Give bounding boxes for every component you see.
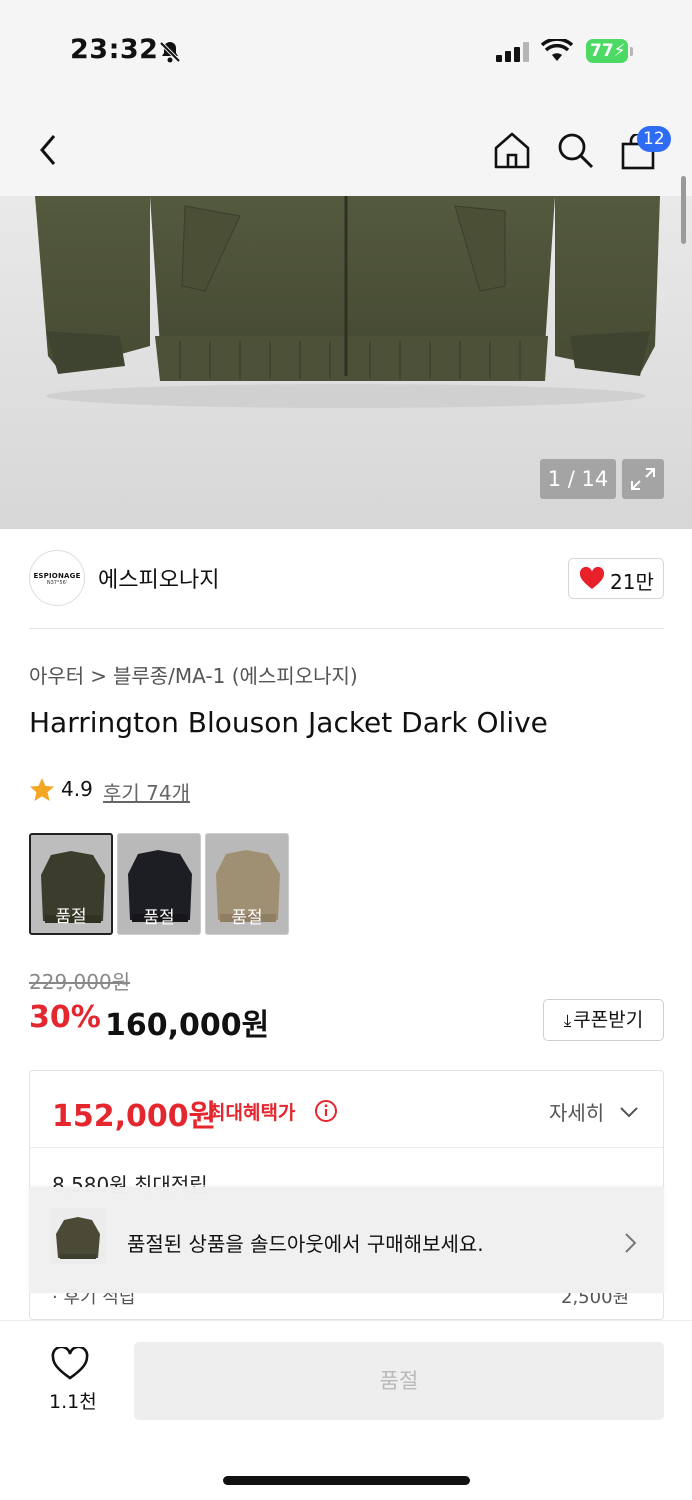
- review-count-link[interactable]: 후기 74개: [103, 777, 190, 806]
- banner-message: 품절된 상품을 솔드아웃에서 구매해보세요.: [127, 1232, 484, 1256]
- sold-out-buy-button[interactable]: 품절: [134, 1342, 664, 1420]
- status-time: 23:32: [70, 34, 159, 65]
- battery-cap: [630, 47, 633, 56]
- status-bar: 23:32 77⚡: [0, 0, 692, 100]
- sold-out-label: 품절: [143, 908, 175, 928]
- image-counter: 1 / 14: [540, 459, 616, 499]
- sold-out-label: 품절: [55, 907, 87, 927]
- rating-score: 4.9: [61, 777, 93, 801]
- scroll-indicator[interactable]: [681, 176, 686, 244]
- brand-like-button[interactable]: 21만: [568, 558, 664, 599]
- brand-logo-line2: N37°56': [46, 580, 68, 586]
- wishlist-count: 1.1천: [49, 1391, 97, 1413]
- max-benefit-label: 최대혜택가: [208, 1102, 296, 1124]
- home-icon[interactable]: [492, 130, 532, 174]
- breadcrumb-subcategory[interactable]: 블루종/MA-1 (에스피오나지): [113, 664, 358, 688]
- brand-logo[interactable]: ESPIONAGE N37°56': [29, 550, 85, 606]
- max-benefit-price: 152,000원: [52, 1099, 217, 1134]
- cellular-signal-icon: [496, 42, 530, 66]
- coupon-download-button[interactable]: ⤓ 쿠폰받기: [543, 999, 664, 1041]
- wishlist-heart-icon[interactable]: [51, 1345, 89, 1385]
- info-icon[interactable]: [314, 1099, 338, 1127]
- soldout-suggestion-banner[interactable]: 품절된 상품을 솔드아웃에서 구매해보세요.: [29, 1187, 664, 1293]
- divider: [29, 628, 664, 629]
- heart-filled-icon: [579, 567, 605, 589]
- top-nav: 12: [0, 100, 692, 196]
- brand-like-count: 21만: [610, 570, 654, 594]
- divider: [30, 1147, 663, 1148]
- color-swatch-navy[interactable]: 품절: [117, 833, 201, 935]
- cart-count-badge: 12: [637, 126, 671, 152]
- sale-price: 160,000원: [105, 1008, 270, 1043]
- battery-level: 77: [590, 41, 614, 61]
- bottom-action-bar: 1.1천 품절: [0, 1320, 692, 1500]
- breadcrumb: 아우터 > 블루종/MA-1 (에스피오나지): [29, 660, 358, 689]
- brand-logo-line1: ESPIONAGE: [33, 572, 81, 580]
- wifi-icon: [540, 37, 574, 67]
- benefit-detail-toggle[interactable]: 자세히: [549, 1097, 604, 1126]
- expand-icon: [631, 468, 655, 490]
- breadcrumb-category[interactable]: 아우터: [29, 664, 84, 688]
- battery-icon: 77⚡: [586, 39, 628, 63]
- color-swatch-beige[interactable]: 품절: [205, 833, 289, 935]
- original-price: 229,000원: [29, 970, 131, 994]
- product-thumbnail: [50, 1208, 106, 1264]
- download-icon: ⤓: [563, 1011, 572, 1031]
- color-swatch-olive[interactable]: 품절: [29, 833, 113, 935]
- sold-out-label: 품절: [231, 908, 263, 928]
- expand-button[interactable]: [622, 459, 664, 499]
- search-icon[interactable]: [556, 131, 596, 175]
- breadcrumb-chevron-icon: >: [90, 664, 107, 688]
- discount-rate: 30%: [29, 1000, 101, 1035]
- home-indicator[interactable]: [223, 1476, 470, 1485]
- product-title: Harrington Blouson Jacket Dark Olive: [29, 706, 548, 739]
- brand-name[interactable]: 에스피오나지: [98, 562, 219, 594]
- coupon-label: 쿠폰받기: [573, 1009, 644, 1031]
- star-icon: [30, 778, 54, 801]
- chevron-right-icon: [623, 1232, 637, 1258]
- bell-slash-icon: [158, 40, 182, 68]
- chevron-down-icon[interactable]: [619, 1104, 639, 1123]
- product-image-gallery[interactable]: 1 / 14: [0, 196, 692, 529]
- back-chevron-icon[interactable]: [34, 130, 64, 174]
